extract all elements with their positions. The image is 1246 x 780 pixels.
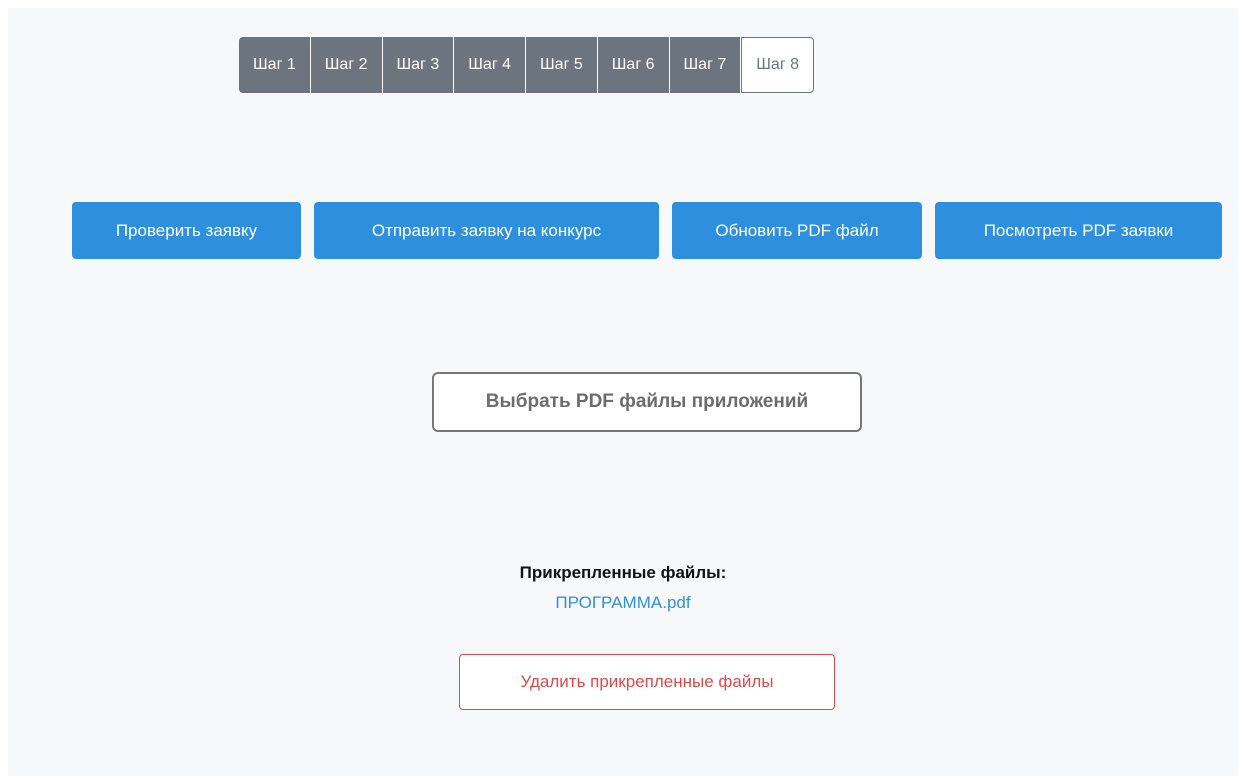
delete-attached-files-button[interactable]: Удалить прикрепленные файлы <box>459 654 835 710</box>
attached-files-title: Прикрепленные файлы: <box>519 563 727 582</box>
view-pdf-button[interactable]: Посмотреть PDF заявки <box>935 202 1222 259</box>
tab-step-7[interactable]: Шаг 7 <box>669 37 742 93</box>
refresh-pdf-button[interactable]: Обновить PDF файл <box>672 202 922 259</box>
tab-step-3[interactable]: Шаг 3 <box>382 37 455 93</box>
attached-file-link[interactable]: ПРОГРАММА.pdf <box>8 593 1238 613</box>
tab-step-5[interactable]: Шаг 5 <box>526 37 598 93</box>
action-toolbar: Проверить заявку Отправить заявку на кон… <box>72 202 1222 259</box>
tab-step-2[interactable]: Шаг 2 <box>310 37 383 93</box>
tab-step-6[interactable]: Шаг 6 <box>597 37 670 93</box>
step-tabs: Шаг 1 Шаг 2 Шаг 3 Шаг 4 Шаг 5 Шаг 6 Шаг … <box>239 37 814 93</box>
submit-application-button[interactable]: Отправить заявку на конкурс <box>314 202 659 259</box>
tab-step-1[interactable]: Шаг 1 <box>239 37 311 93</box>
tab-step-4[interactable]: Шаг 4 <box>454 37 526 93</box>
page: Шаг 1 Шаг 2 Шаг 3 Шаг 4 Шаг 5 Шаг 6 Шаг … <box>8 8 1238 776</box>
tab-step-8[interactable]: Шаг 8 <box>741 37 814 93</box>
check-application-button[interactable]: Проверить заявку <box>72 202 301 259</box>
choose-pdf-files-button[interactable]: Выбрать PDF файлы приложений <box>432 372 862 432</box>
